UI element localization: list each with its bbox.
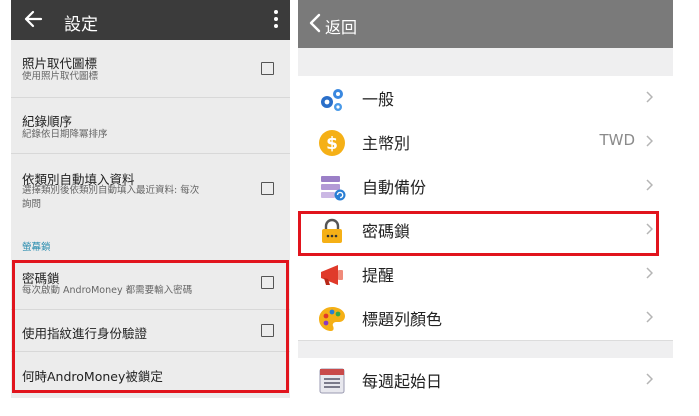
chevron-right-icon xyxy=(646,267,653,279)
highlight-passcode-lock-item xyxy=(298,211,659,256)
section-header-screen-lock: 螢幕鎖 xyxy=(22,242,51,253)
gears-icon xyxy=(321,89,343,111)
setting-row-record-order[interactable]: 紀錄順序 紀錄依日期降冪排序 xyxy=(11,98,290,154)
palette-icon xyxy=(319,307,345,331)
chevron-right-icon xyxy=(646,135,653,147)
setting-row-photo-icon[interactable]: 照片取代圖標 使用照片取代圖標 xyxy=(11,40,290,98)
chevron-right-icon xyxy=(646,373,653,385)
settings-item-label: 主幣別 xyxy=(362,134,411,153)
navigation-bar: 返回 xyxy=(298,0,673,48)
app-bar: 設定 xyxy=(11,0,290,40)
calendar-list-icon xyxy=(319,368,345,394)
back-arrow-icon[interactable] xyxy=(23,8,43,30)
svg-text:$: $ xyxy=(326,134,338,154)
settings-item-reminder[interactable]: 提醒 xyxy=(298,252,673,297)
page-title: 設定 xyxy=(64,15,98,35)
overflow-menu-icon[interactable] xyxy=(274,10,278,28)
highlight-screen-lock-section xyxy=(12,260,289,393)
photo-icon-checkbox[interactable] xyxy=(261,62,274,75)
settings-item-label: 提醒 xyxy=(362,266,395,285)
dollar-coin-icon: $ xyxy=(319,130,345,156)
setting-subtitle: 選擇類別後依類別自動填入最近資料: 每次詢問 xyxy=(22,185,200,210)
backup-icon xyxy=(321,176,346,201)
currency-value: TWD xyxy=(599,131,635,149)
settings-item-label: 每週起始日 xyxy=(362,372,443,391)
settings-item-week-start[interactable]: 每週起始日 xyxy=(298,358,673,398)
settings-item-general[interactable]: 一般 xyxy=(298,76,673,121)
settings-item-currency[interactable]: $ 主幣別 TWD xyxy=(298,120,673,165)
setting-subtitle: 使用照片取代圖標 xyxy=(22,71,99,82)
auto-fill-checkbox[interactable] xyxy=(261,182,274,195)
megaphone-icon xyxy=(321,265,343,285)
back-button[interactable]: 返回 xyxy=(325,14,357,38)
setting-row-auto-fill[interactable]: 依類別自動填入資料 選擇類別後依類別自動填入最近資料: 每次詢問 xyxy=(11,154,290,228)
settings-item-auto-backup[interactable]: 自動備份 xyxy=(298,164,673,209)
chevron-right-icon xyxy=(646,311,653,323)
back-chevron-icon[interactable] xyxy=(309,13,321,33)
settings-item-label: 一般 xyxy=(362,90,395,109)
settings-item-label: 自動備份 xyxy=(362,178,427,197)
setting-subtitle: 紀錄依日期降冪排序 xyxy=(22,129,108,140)
chevron-right-icon xyxy=(646,179,653,191)
ios-settings-panel: 返回 一般 $ 主幣別 TWD 自動備份 密碼鎖 提醒 標題列顏色 每週起始日 xyxy=(298,0,673,398)
settings-item-label: 標題列顏色 xyxy=(362,310,443,329)
chevron-right-icon xyxy=(646,91,653,103)
settings-item-title-bar-color[interactable]: 標題列顏色 xyxy=(298,296,673,341)
